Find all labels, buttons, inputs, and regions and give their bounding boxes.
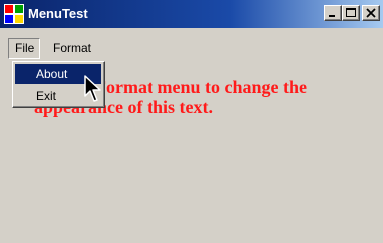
menu-item-about-label: About (36, 67, 68, 81)
maximize-icon (346, 8, 356, 17)
menu-format[interactable]: Format (53, 38, 91, 58)
menu-bar: File Format (0, 38, 383, 59)
app-icon[interactable] (4, 4, 24, 24)
title-bar[interactable]: MenuTest (0, 0, 383, 28)
arrow-cursor-icon (84, 75, 101, 102)
menu-file[interactable]: File (8, 38, 41, 59)
close-button[interactable] (362, 5, 380, 21)
menu-item-exit-label: Exit (36, 89, 57, 103)
close-icon (366, 8, 376, 18)
minimize-button[interactable] (324, 5, 342, 21)
minimize-icon (329, 15, 335, 17)
maximize-button[interactable] (342, 5, 360, 21)
window-title: MenuTest (28, 6, 88, 21)
app-window: MenuTest File Format Use the Format menu… (0, 0, 383, 243)
